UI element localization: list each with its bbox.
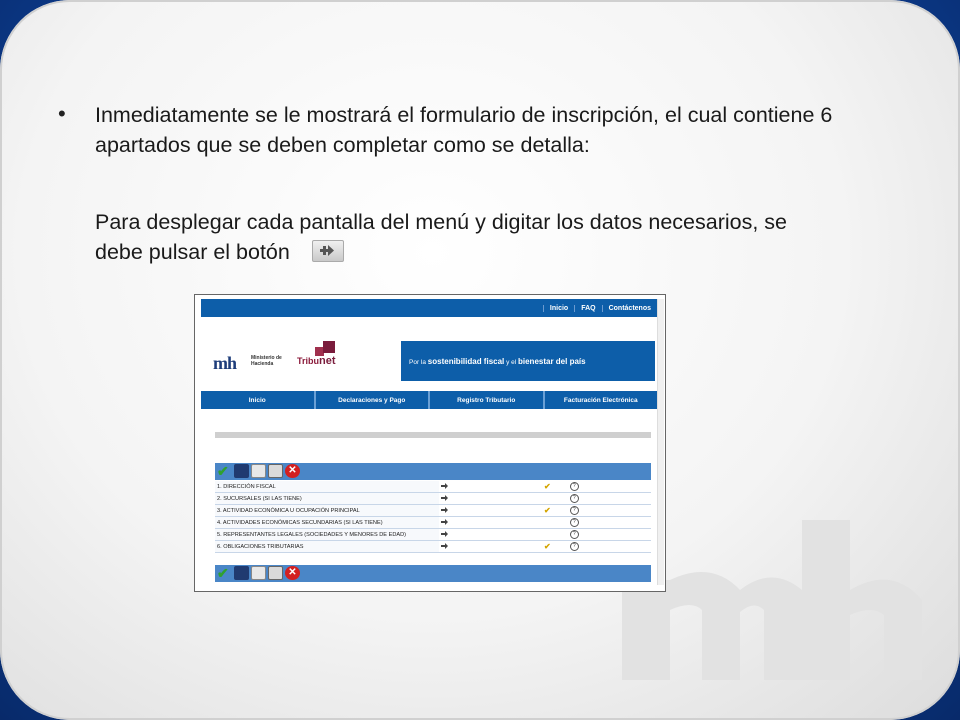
top-link-contactenos[interactable]: Contáctenos xyxy=(601,304,657,312)
nav-registro-tributario[interactable]: Registro Tributario xyxy=(430,391,543,409)
nav-declaraciones[interactable]: Declaraciones y Pago xyxy=(315,391,428,409)
help-icon[interactable]: ? xyxy=(569,542,579,551)
section-label: 5. REPRESENTANTES LEGALES (SOCIEDADES Y … xyxy=(215,528,440,541)
form-screenshot: Inicio FAQ Contáctenos mh Ministerio de H… xyxy=(194,294,666,592)
help-icon[interactable]: ? xyxy=(569,494,579,503)
section-row: 4. ACTIVIDADES ECONÓMICAS SECUNDARIAS (S… xyxy=(215,516,651,529)
top-link-inicio[interactable]: Inicio xyxy=(542,304,574,312)
section-row: 3. ACTIVIDAD ECONÓMICA U OCUPACIÓN PRINC… xyxy=(215,504,651,517)
slogan-bold2: bienestar del país xyxy=(518,357,586,366)
button-hint-text: Para desplegar cada pantalla del menú y … xyxy=(95,210,787,264)
completed-check-icon: ✔ xyxy=(543,506,551,515)
net-text: net xyxy=(319,355,336,367)
expand-icon[interactable] xyxy=(441,530,449,537)
help-icon[interactable]: ? xyxy=(569,530,579,539)
close-icon[interactable]: ✕ xyxy=(285,464,300,478)
completed-check-icon: ✔ xyxy=(543,482,551,491)
section-row: 2. SUCURSALES (SI LAS TIENE)? xyxy=(215,492,651,505)
completed-check-icon: ✔ xyxy=(543,542,551,551)
section-label: 4. ACTIVIDADES ECONÓMICAS SECUNDARIAS (S… xyxy=(215,516,440,529)
print-icon[interactable] xyxy=(268,566,283,580)
progress-bar xyxy=(215,432,651,438)
section-label: 2. SUCURSALES (SI LAS TIENE) xyxy=(215,492,440,505)
mh-watermark-logo xyxy=(622,520,922,680)
section-row: 5. REPRESENTANTES LEGALES (SOCIEDADES Y … xyxy=(215,528,651,541)
form-toolbar-top: ✔ ✕ xyxy=(215,463,651,480)
scrollbar[interactable] xyxy=(657,299,664,585)
section-row: 6. OBLIGACIONES TRIBUTARIAS ✔? xyxy=(215,540,651,553)
save-icon[interactable] xyxy=(234,464,249,478)
help-icon[interactable]: ? xyxy=(569,506,579,515)
site-banner: mh Ministerio de Hacienda Tribunet Por la… xyxy=(201,317,657,387)
check-icon[interactable]: ✔ xyxy=(217,566,232,580)
slogan-part2: y el xyxy=(504,359,518,366)
slide-frame: • Inmediatamente se le mostrará el formu… xyxy=(0,0,960,720)
print-icon[interactable] xyxy=(268,464,283,478)
ministry-label: Ministerio de Hacienda xyxy=(251,355,282,367)
save-icon[interactable] xyxy=(234,566,249,580)
section-label: 6. OBLIGACIONES TRIBUTARIAS xyxy=(215,540,440,553)
main-nav: Inicio Declaraciones y Pago Registro Tri… xyxy=(201,391,657,409)
expand-icon[interactable] xyxy=(441,518,449,525)
section-label: 3. ACTIVIDAD ECONÓMICA U OCUPACIÓN PRINC… xyxy=(215,504,440,517)
tribunet-square-large xyxy=(323,341,335,353)
tribunet-logo: Tribunet xyxy=(297,355,336,367)
tribu-text: Tribu xyxy=(297,356,319,366)
slogan-part1: Por la xyxy=(409,359,428,366)
close-icon[interactable]: ✕ xyxy=(285,566,300,580)
section-label: 1. DIRECCIÓN FISCAL xyxy=(215,481,440,493)
expand-icon[interactable] xyxy=(441,494,449,501)
form-toolbar-bottom: ✔ ✕ xyxy=(215,565,651,582)
copy-icon[interactable] xyxy=(251,566,266,580)
instruction-paragraph: Inmediatamente se le mostrará el formula… xyxy=(95,103,833,157)
nav-inicio[interactable]: Inicio xyxy=(201,391,314,409)
expand-icon[interactable] xyxy=(441,506,449,513)
expand-icon[interactable] xyxy=(441,542,449,549)
nav-facturacion[interactable]: Facturación Electrónica xyxy=(544,391,657,409)
copy-icon[interactable] xyxy=(251,464,266,478)
section-row: 1. DIRECCIÓN FISCAL ✔? xyxy=(215,481,651,493)
sections-table: 1. DIRECCIÓN FISCAL ✔? 2. SUCURSALES (SI L… xyxy=(215,481,651,553)
expand-icon[interactable] xyxy=(441,482,449,489)
help-icon[interactable]: ? xyxy=(569,482,579,491)
slogan: Por la sostenibilidad fiscal y el bienes… xyxy=(409,357,586,366)
expand-button-sample xyxy=(311,240,344,263)
button-hint-paragraph: Para desplegar cada pantalla del menú y … xyxy=(95,207,815,267)
slide-card: • Inmediatamente se le mostrará el formu… xyxy=(0,0,960,720)
mh-logo: mh xyxy=(213,353,237,373)
help-icon[interactable]: ? xyxy=(569,518,579,527)
slogan-bold1: sostenibilidad fiscal xyxy=(427,357,505,366)
top-links-bar: Inicio FAQ Contáctenos xyxy=(201,299,657,317)
bullet-marker: • xyxy=(58,101,66,126)
check-icon[interactable]: ✔ xyxy=(217,464,232,478)
top-link-faq[interactable]: FAQ xyxy=(574,304,601,312)
expand-arrow-icon xyxy=(319,245,334,257)
ministry-line2: Hacienda xyxy=(251,361,274,367)
